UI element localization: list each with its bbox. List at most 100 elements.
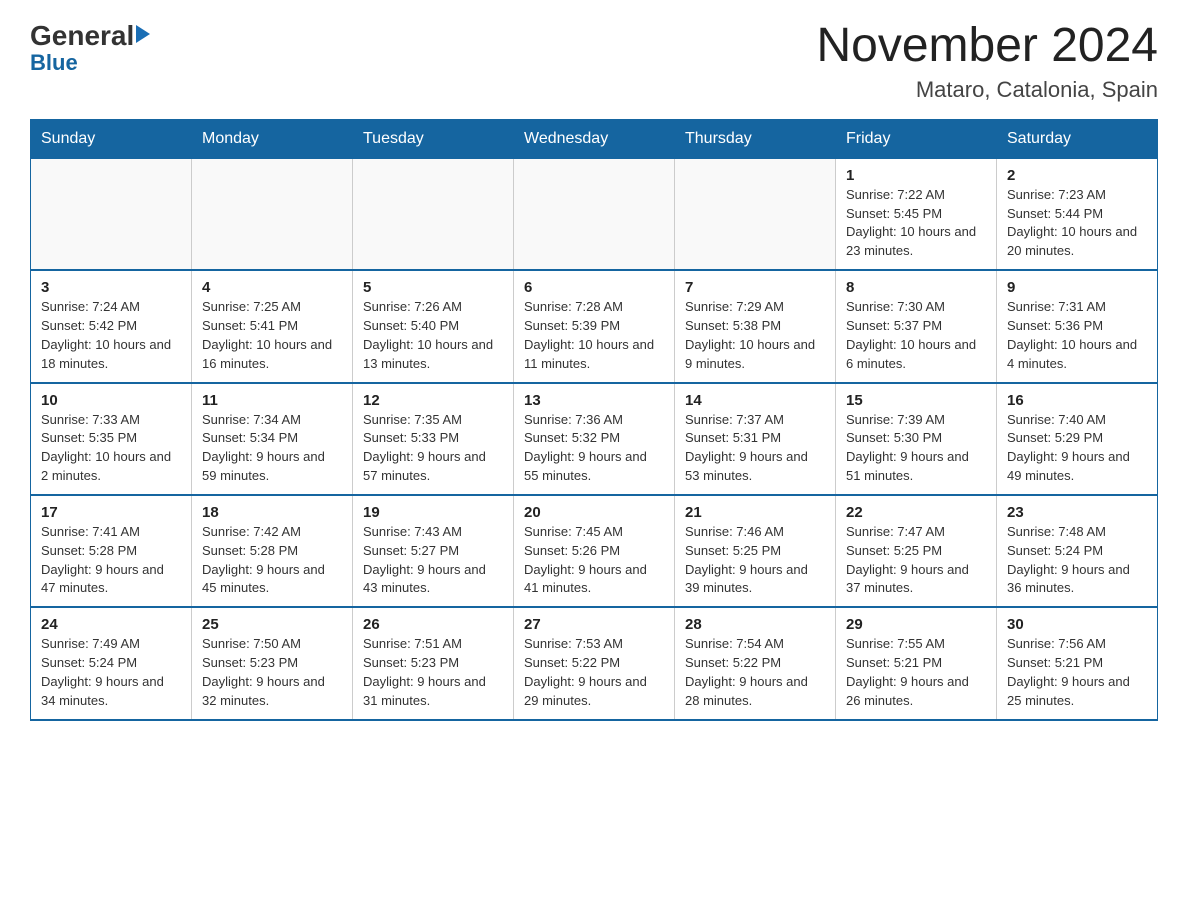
day-number: 12: [363, 392, 503, 409]
weekday-header-row: SundayMondayTuesdayWednesdayThursdayFrid…: [31, 119, 1158, 158]
logo-general-text: General: [30, 20, 134, 52]
calendar-cell: 23Sunrise: 7:48 AM Sunset: 5:24 PM Dayli…: [997, 495, 1158, 607]
calendar-title: November 2024: [816, 20, 1158, 73]
day-number: 13: [524, 392, 664, 409]
calendar-cell: 30 Sunrise: 7:56 AM Sunset: 5:21 PM Dayli…: [997, 607, 1158, 719]
day-info: Sunrise: 7:49 AM Sunset: 5:24 PM Dayligh…: [41, 635, 181, 710]
day-info: Sunrise: 7:22 AM Sunset: 5:45 PM Dayligh…: [846, 186, 986, 261]
calendar-cell: [353, 158, 514, 270]
weekday-header-thursday: Thursday: [675, 119, 836, 158]
day-info: Sunrise: 7:51 AM Sunset: 5:23 PM Dayligh…: [363, 635, 503, 710]
weekday-header-sunday: Sunday: [31, 119, 192, 158]
day-number: 14: [685, 392, 825, 409]
day-number: 15: [846, 392, 986, 409]
day-info: Sunrise: 7:54 AM Sunset: 5:22 PM Dayligh…: [685, 635, 825, 710]
day-number: 6: [524, 279, 664, 296]
calendar-cell: 14 Sunrise: 7:37 AM Sunset: 5:31 PM Dayli…: [675, 383, 836, 495]
day-info: Sunrise: 7:31 AM Sunset: 5:36 PM Dayligh…: [1007, 298, 1147, 373]
day-info: Sunrise: 7:39 AM Sunset: 5:30 PM Dayligh…: [846, 411, 986, 486]
day-info: Sunrise: 7:33 AM Sunset: 5:35 PM Dayligh…: [41, 411, 181, 486]
calendar-cell: 13 Sunrise: 7:36 AM Sunset: 5:32 PM Dayli…: [514, 383, 675, 495]
calendar-cell: 15 Sunrise: 7:39 AM Sunset: 5:30 PM Dayli…: [836, 383, 997, 495]
day-number: 3: [41, 279, 181, 296]
day-number: 17: [41, 504, 181, 521]
calendar-cell: 3Sunrise: 7:24 AM Sunset: 5:42 PM Daylig…: [31, 270, 192, 382]
calendar-cell: [514, 158, 675, 270]
calendar-week-row: 3Sunrise: 7:24 AM Sunset: 5:42 PM Daylig…: [31, 270, 1158, 382]
day-number: 30: [1007, 616, 1147, 633]
day-info: Sunrise: 7:43 AM Sunset: 5:27 PM Dayligh…: [363, 523, 503, 598]
calendar-cell: 18 Sunrise: 7:42 AM Sunset: 5:28 PM Dayli…: [192, 495, 353, 607]
logo: General Blue: [30, 20, 150, 75]
calendar-cell: 6 Sunrise: 7:28 AM Sunset: 5:39 PM Daylig…: [514, 270, 675, 382]
day-number: 27: [524, 616, 664, 633]
day-number: 23: [1007, 504, 1147, 521]
day-info: Sunrise: 7:29 AM Sunset: 5:38 PM Dayligh…: [685, 298, 825, 373]
calendar-cell: 9 Sunrise: 7:31 AM Sunset: 5:36 PM Daylig…: [997, 270, 1158, 382]
day-info: Sunrise: 7:36 AM Sunset: 5:32 PM Dayligh…: [524, 411, 664, 486]
day-info: Sunrise: 7:40 AM Sunset: 5:29 PM Dayligh…: [1007, 411, 1147, 486]
day-info: Sunrise: 7:46 AM Sunset: 5:25 PM Dayligh…: [685, 523, 825, 598]
calendar-cell: 27 Sunrise: 7:53 AM Sunset: 5:22 PM Dayli…: [514, 607, 675, 719]
day-info: Sunrise: 7:47 AM Sunset: 5:25 PM Dayligh…: [846, 523, 986, 598]
calendar-cell: 21 Sunrise: 7:46 AM Sunset: 5:25 PM Dayli…: [675, 495, 836, 607]
day-info: Sunrise: 7:25 AM Sunset: 5:41 PM Dayligh…: [202, 298, 342, 373]
calendar-cell: 25 Sunrise: 7:50 AM Sunset: 5:23 PM Dayli…: [192, 607, 353, 719]
day-number: 19: [363, 504, 503, 521]
calendar-cell: 5 Sunrise: 7:26 AM Sunset: 5:40 PM Daylig…: [353, 270, 514, 382]
weekday-header-tuesday: Tuesday: [353, 119, 514, 158]
day-info: Sunrise: 7:56 AM Sunset: 5:21 PM Dayligh…: [1007, 635, 1147, 710]
day-info: Sunrise: 7:26 AM Sunset: 5:40 PM Dayligh…: [363, 298, 503, 373]
calendar-cell: 20 Sunrise: 7:45 AM Sunset: 5:26 PM Dayli…: [514, 495, 675, 607]
calendar-cell: 24 Sunrise: 7:49 AM Sunset: 5:24 PM Dayli…: [31, 607, 192, 719]
calendar-cell: 26 Sunrise: 7:51 AM Sunset: 5:23 PM Dayli…: [353, 607, 514, 719]
day-number: 2: [1007, 167, 1147, 184]
day-number: 22: [846, 504, 986, 521]
calendar-cell: 1 Sunrise: 7:22 AM Sunset: 5:45 PM Daylig…: [836, 158, 997, 270]
day-number: 8: [846, 279, 986, 296]
day-number: 1: [846, 167, 986, 184]
day-info: Sunrise: 7:55 AM Sunset: 5:21 PM Dayligh…: [846, 635, 986, 710]
day-number: 5: [363, 279, 503, 296]
day-number: 26: [363, 616, 503, 633]
day-number: 24: [41, 616, 181, 633]
calendar-cell: 10Sunrise: 7:33 AM Sunset: 5:35 PM Dayli…: [31, 383, 192, 495]
day-info: Sunrise: 7:45 AM Sunset: 5:26 PM Dayligh…: [524, 523, 664, 598]
day-number: 9: [1007, 279, 1147, 296]
calendar-subtitle: Mataro, Catalonia, Spain: [816, 77, 1158, 103]
day-info: Sunrise: 7:50 AM Sunset: 5:23 PM Dayligh…: [202, 635, 342, 710]
day-info: Sunrise: 7:53 AM Sunset: 5:22 PM Dayligh…: [524, 635, 664, 710]
day-number: 7: [685, 279, 825, 296]
calendar-week-row: 17Sunrise: 7:41 AM Sunset: 5:28 PM Dayli…: [31, 495, 1158, 607]
day-number: 18: [202, 504, 342, 521]
calendar-cell: 11Sunrise: 7:34 AM Sunset: 5:34 PM Dayli…: [192, 383, 353, 495]
weekday-header-friday: Friday: [836, 119, 997, 158]
day-number: 29: [846, 616, 986, 633]
calendar-table: SundayMondayTuesdayWednesdayThursdayFrid…: [30, 119, 1158, 721]
day-info: Sunrise: 7:37 AM Sunset: 5:31 PM Dayligh…: [685, 411, 825, 486]
calendar-cell: 29 Sunrise: 7:55 AM Sunset: 5:21 PM Dayli…: [836, 607, 997, 719]
day-info: Sunrise: 7:28 AM Sunset: 5:39 PM Dayligh…: [524, 298, 664, 373]
weekday-header-wednesday: Wednesday: [514, 119, 675, 158]
page-header: General Blue November 2024 Mataro, Catal…: [30, 20, 1158, 103]
day-number: 21: [685, 504, 825, 521]
calendar-cell: 19 Sunrise: 7:43 AM Sunset: 5:27 PM Dayli…: [353, 495, 514, 607]
calendar-week-row: 1 Sunrise: 7:22 AM Sunset: 5:45 PM Daylig…: [31, 158, 1158, 270]
day-number: 20: [524, 504, 664, 521]
calendar-cell: 16 Sunrise: 7:40 AM Sunset: 5:29 PM Dayli…: [997, 383, 1158, 495]
calendar-cell: 28 Sunrise: 7:54 AM Sunset: 5:22 PM Dayli…: [675, 607, 836, 719]
day-info: Sunrise: 7:35 AM Sunset: 5:33 PM Dayligh…: [363, 411, 503, 486]
title-block: November 2024 Mataro, Catalonia, Spain: [816, 20, 1158, 103]
calendar-cell: 22 Sunrise: 7:47 AM Sunset: 5:25 PM Dayli…: [836, 495, 997, 607]
day-info: Sunrise: 7:42 AM Sunset: 5:28 PM Dayligh…: [202, 523, 342, 598]
day-number: 28: [685, 616, 825, 633]
day-number: 25: [202, 616, 342, 633]
day-number: 16: [1007, 392, 1147, 409]
day-number: 11: [202, 392, 342, 409]
calendar-cell: 8Sunrise: 7:30 AM Sunset: 5:37 PM Daylig…: [836, 270, 997, 382]
weekday-header-monday: Monday: [192, 119, 353, 158]
weekday-header-saturday: Saturday: [997, 119, 1158, 158]
calendar-cell: 2Sunrise: 7:23 AM Sunset: 5:44 PM Daylig…: [997, 158, 1158, 270]
calendar-cell: [31, 158, 192, 270]
calendar-cell: 7 Sunrise: 7:29 AM Sunset: 5:38 PM Daylig…: [675, 270, 836, 382]
